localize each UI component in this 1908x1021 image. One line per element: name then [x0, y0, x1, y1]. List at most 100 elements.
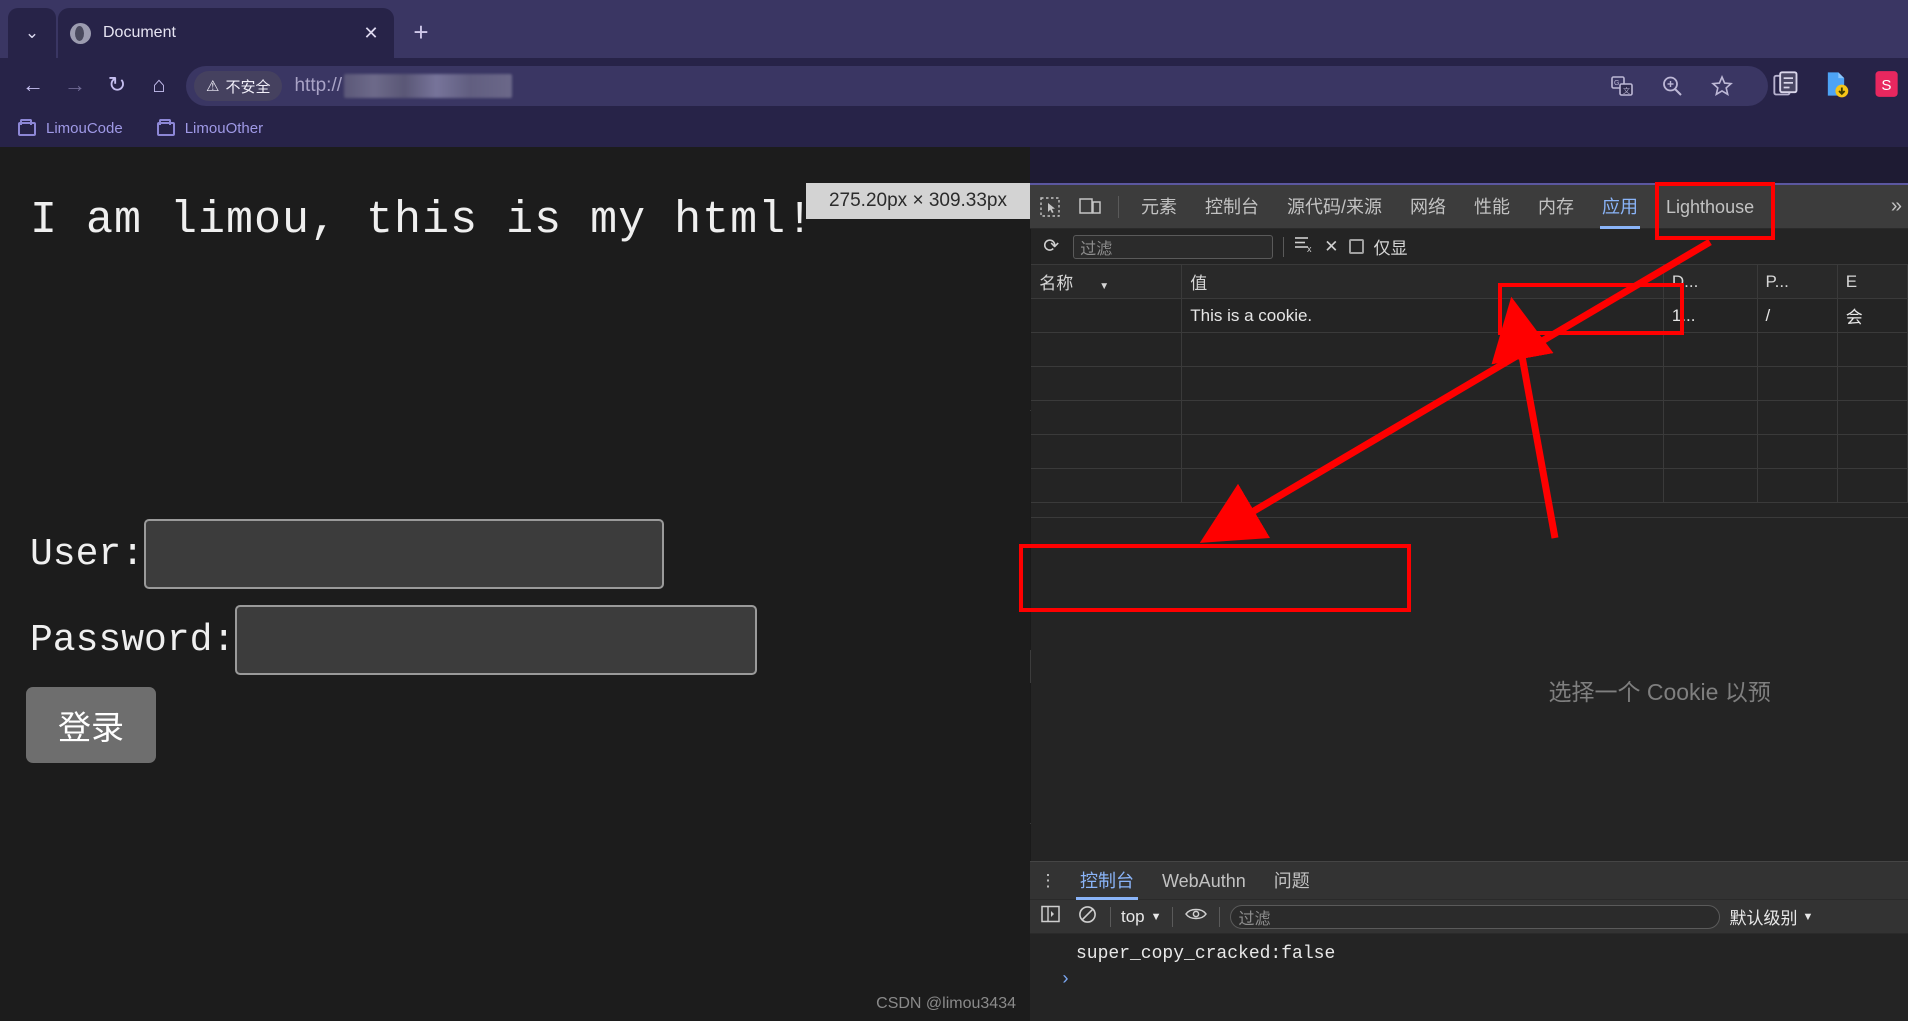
bookmark-star-icon[interactable] — [1710, 74, 1734, 98]
tab-elements[interactable]: 元素 — [1127, 185, 1191, 229]
column-header-expires[interactable]: E — [1837, 265, 1907, 299]
svg-text:G: G — [1614, 80, 1619, 87]
security-label: 不安全 — [225, 76, 270, 97]
pink-extension-icon[interactable]: S — [1872, 70, 1900, 98]
column-header-name[interactable]: 名称▼ — [1031, 265, 1182, 299]
bookmark-limouother[interactable]: LimouOther — [157, 120, 263, 137]
tab-lighthouse[interactable]: Lighthouse — [1652, 185, 1768, 229]
password-row: Password: — [30, 605, 757, 675]
clear-all-cookies-icon[interactable]: x — [1294, 235, 1314, 258]
delete-cookie-icon[interactable]: ✕ — [1324, 237, 1338, 257]
inspect-element-icon[interactable] — [1030, 185, 1070, 229]
warning-triangle-icon: ⚠ — [206, 77, 219, 95]
console-prompt[interactable]: › — [1030, 970, 1908, 990]
security-badge[interactable]: ⚠ 不安全 — [194, 71, 282, 101]
device-toolbar-icon[interactable] — [1070, 185, 1110, 229]
table-row — [1031, 469, 1907, 503]
folder-icon — [157, 122, 175, 136]
home-icon[interactable]: ⌂ — [144, 70, 174, 100]
table-row[interactable]: This is a cookie. 1... / 会 — [1031, 299, 1907, 333]
live-expression-icon[interactable] — [1183, 906, 1209, 927]
context-label: top — [1121, 907, 1145, 927]
bookmark-label: LimouOther — [185, 120, 263, 137]
password-label: Password: — [30, 619, 235, 662]
new-tab-button[interactable]: + — [404, 16, 438, 50]
cookie-panel: ⟳ 过滤 x ✕ 仅显 — [1031, 229, 1908, 861]
folder-icon — [18, 122, 36, 136]
more-tabs-icon[interactable]: » — [1885, 195, 1908, 218]
cookie-toolbar: ⟳ 过滤 x ✕ 仅显 — [1031, 229, 1908, 265]
extension-icons: S — [1772, 70, 1900, 98]
browser-toolbar: ← → ↻ ⌂ ⚠ 不安全 http:// G 文 — [0, 58, 1908, 110]
toolbar-divider — [1110, 907, 1111, 927]
translate-icon[interactable]: G 文 — [1610, 74, 1634, 98]
zoom-search-icon[interactable] — [1660, 74, 1684, 98]
page-viewport: I am limou, this is my html! User: Passw… — [0, 147, 1030, 1021]
tab-strip: ⌄ Document ✕ + — [0, 0, 1908, 58]
execution-context-selector[interactable]: top ▼ — [1121, 907, 1162, 927]
column-header-path[interactable]: P... — [1757, 265, 1837, 299]
log-level-selector[interactable]: 默认级别 ▼ — [1730, 904, 1814, 929]
tab-network[interactable]: 网络 — [1396, 185, 1460, 229]
address-bar[interactable]: ⚠ 不安全 http:// G 文 — [186, 66, 1768, 106]
password-input[interactable] — [235, 605, 757, 675]
cookie-table: 名称▼ 值 D... P... E This is a cookie. 1. — [1031, 265, 1908, 503]
user-row: User: — [30, 519, 664, 589]
column-header-domain[interactable]: D... — [1663, 265, 1757, 299]
drawer-tab-console[interactable]: 控制台 — [1066, 862, 1148, 900]
tab-application[interactable]: 应用 — [1588, 185, 1652, 229]
cell-name — [1031, 299, 1182, 333]
browser-tab[interactable]: Document ✕ — [58, 8, 394, 58]
tab-sources[interactable]: 源代码/来源 — [1273, 185, 1396, 229]
bookmarks-bar: LimouCode LimouOther — [0, 110, 1908, 147]
close-icon[interactable]: ✕ — [360, 23, 382, 44]
table-row — [1031, 367, 1907, 401]
column-header-value[interactable]: 值 — [1182, 265, 1664, 299]
toolbar-divider — [1283, 237, 1284, 257]
tab-console[interactable]: 控制台 — [1191, 185, 1273, 229]
tab-performance[interactable]: 性能 — [1460, 185, 1524, 229]
table-row — [1031, 401, 1907, 435]
chevron-down-icon: ▼ — [1803, 911, 1814, 923]
clear-console-icon[interactable] — [1074, 905, 1100, 929]
drawer-tab-webauthn[interactable]: WebAuthn — [1148, 862, 1260, 900]
browser-window: ⌄ Document ✕ + ← → ↻ ⌂ ⚠ 不安全 http:// G — [0, 0, 1908, 1021]
toolbar-divider — [1172, 907, 1173, 927]
table-row — [1031, 435, 1907, 469]
cookie-preview-empty-state: 选择一个 Cookie 以预 — [1031, 517, 1908, 861]
sort-caret-icon: ▼ — [1099, 281, 1109, 292]
download-doc-extension-icon[interactable] — [1822, 70, 1850, 98]
login-button[interactable]: 登录 — [26, 687, 156, 763]
console-filter-input[interactable]: 过滤 — [1230, 905, 1720, 929]
cookie-filter-input[interactable]: 过滤 — [1073, 235, 1273, 259]
cell-value: This is a cookie. — [1182, 299, 1664, 333]
tab-title: Document — [103, 24, 348, 42]
drawer-tabbar: ⋮ 控制台 WebAuthn 问题 — [1030, 862, 1908, 900]
toolbar-divider — [1219, 907, 1220, 927]
console-log-line: super_copy_cracked:false — [1030, 934, 1908, 964]
empty-state-text: 选择一个 Cookie 以预 — [1548, 673, 1770, 707]
devtools-drawer: ⋮ 控制台 WebAuthn 问题 — [1030, 861, 1908, 1021]
table-row — [1031, 333, 1907, 367]
console-sidebar-icon[interactable] — [1038, 905, 1064, 928]
url-text: http:// — [294, 75, 342, 97]
table-header-row: 名称▼ 值 D... P... E — [1031, 265, 1907, 299]
tab-memory[interactable]: 内存 — [1524, 185, 1588, 229]
only-show-checkbox[interactable] — [1349, 239, 1364, 254]
forward-arrow-icon[interactable]: → — [60, 70, 90, 100]
user-input[interactable] — [144, 519, 664, 589]
refresh-icon[interactable]: ⟳ — [1039, 235, 1063, 258]
svg-text:x: x — [1307, 244, 1312, 253]
bookmark-limoucode[interactable]: LimouCode — [18, 120, 123, 137]
reload-icon[interactable]: ↻ — [102, 70, 132, 100]
tab-search-button[interactable]: ⌄ — [8, 8, 56, 58]
toolbar-divider — [1118, 196, 1119, 218]
copy-extension-icon[interactable] — [1772, 70, 1800, 98]
devtools-panel: 元素 控制台 源代码/来源 网络 性能 内存 应用 Lighthouse » 应… — [1030, 183, 1908, 1021]
chevron-down-icon: ▼ — [1151, 911, 1162, 923]
more-options-icon[interactable]: ⋮ — [1030, 871, 1066, 891]
bookmark-label: LimouCode — [46, 120, 123, 137]
back-arrow-icon[interactable]: ← — [18, 70, 48, 100]
devtools-tabbar: 元素 控制台 源代码/来源 网络 性能 内存 应用 Lighthouse » — [1030, 185, 1908, 229]
drawer-tab-issues[interactable]: 问题 — [1260, 862, 1324, 900]
